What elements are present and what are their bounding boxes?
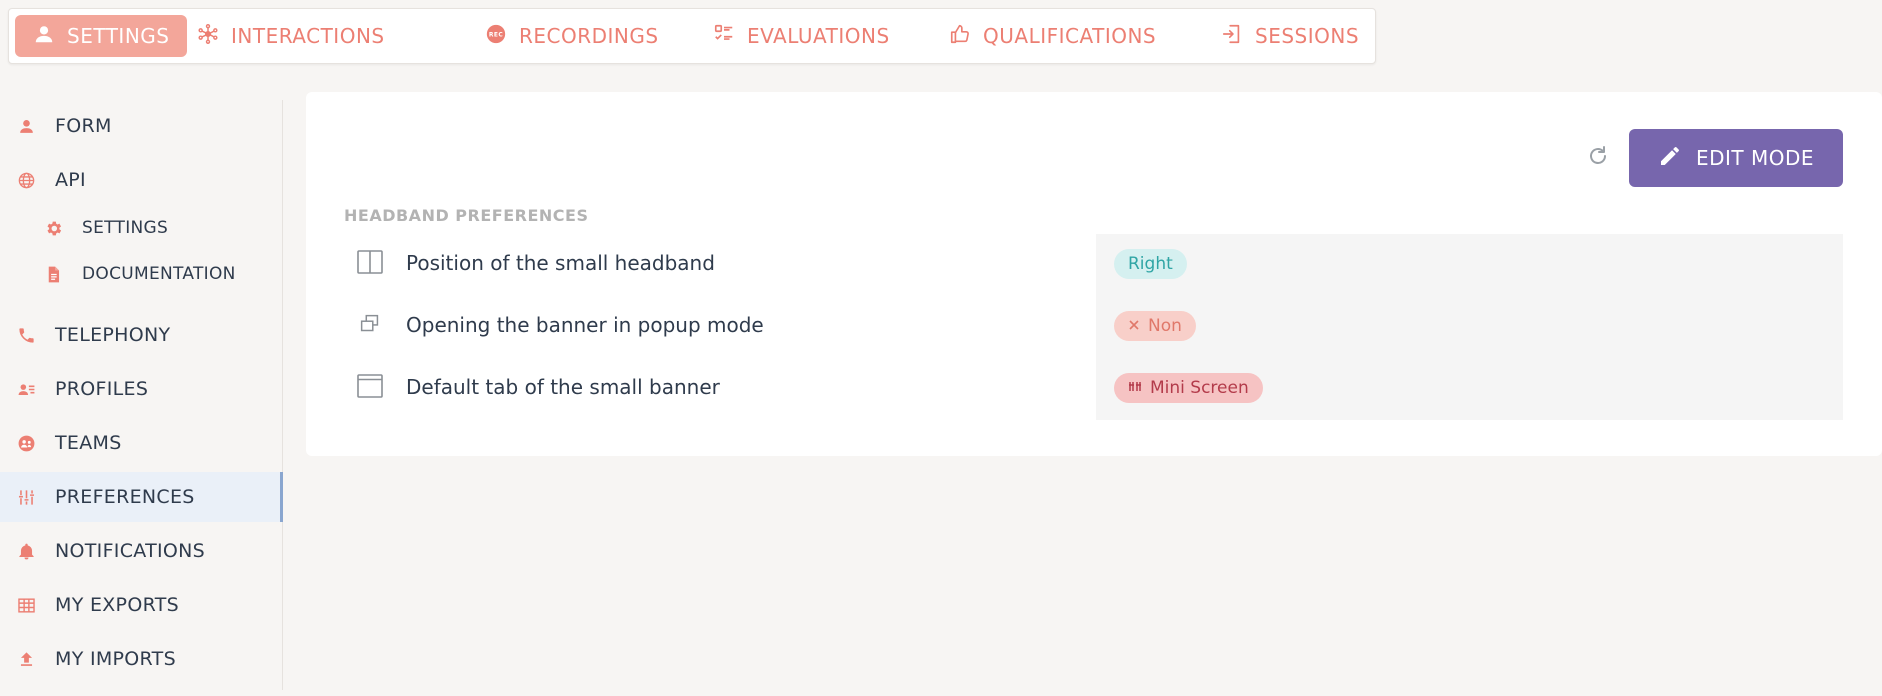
popup-windows-icon (356, 310, 384, 338)
sidebar-item-label: PREFERENCES (55, 486, 195, 508)
columns-icon (1128, 378, 1142, 398)
thumbs-up-icon (949, 23, 971, 50)
tab-qualifications[interactable]: QUALIFICATIONS (931, 15, 1174, 57)
tab-label: INTERACTIONS (231, 24, 385, 48)
team-icon (16, 433, 36, 453)
rec-icon: REC (485, 23, 507, 50)
preferences-card: EDIT MODE HEADBAND PREFERENCES Position … (306, 92, 1882, 456)
gear-icon (43, 218, 63, 238)
edit-mode-button[interactable]: EDIT MODE (1629, 129, 1843, 187)
login-icon (1221, 23, 1243, 50)
bell-icon (16, 541, 36, 561)
profile-card-icon (16, 379, 36, 399)
sidebar-item-profiles[interactable]: PROFILES (0, 364, 283, 414)
sidebar-item-label: TEAMS (55, 432, 122, 454)
tab-interactions[interactable]: INTERACTIONS (179, 15, 403, 57)
sidebar-item-label: FORM (55, 115, 112, 137)
section-title: HEADBAND PREFERENCES (344, 206, 589, 225)
table-icon (16, 595, 36, 615)
rec-icon-text: REC (489, 31, 503, 38)
preference-label: Position of the small headband (406, 251, 715, 275)
badge-text: Mini Screen (1150, 378, 1249, 398)
sidebar-item-my-exports[interactable]: MY EXPORTS (0, 580, 283, 630)
preference-label: Default tab of the small banner (406, 375, 720, 399)
sidebar-item-label: TELEPHONY (55, 324, 171, 346)
sidebar-item-api[interactable]: API (0, 155, 283, 205)
pencil-icon (1658, 144, 1682, 173)
sidebar-item-preferences[interactable]: PREFERENCES (0, 472, 283, 522)
sidebar-item-form[interactable]: FORM (0, 101, 283, 151)
sidebar-item-notifications[interactable]: NOTIFICATIONS (0, 526, 283, 576)
badge-text: Right (1128, 254, 1173, 274)
tab-label: EVALUATIONS (747, 24, 890, 48)
tab-label: SETTINGS (67, 24, 170, 48)
tab-label: RECORDINGS (519, 24, 659, 48)
tab-label: QUALIFICATIONS (983, 24, 1157, 48)
document-icon (43, 264, 63, 284)
sidebar-item-label: DOCUMENTATION (82, 264, 236, 284)
sliders-icon (16, 487, 36, 507)
tab-evaluations[interactable]: EVALUATIONS (695, 15, 908, 57)
sidebar-item-label: MY IMPORTS (55, 648, 176, 670)
tab-sessions[interactable]: SESSIONS (1203, 15, 1377, 57)
network-icon (197, 23, 219, 50)
sidebar-item-label: PROFILES (55, 378, 149, 400)
sidebar-item-label: SETTINGS (82, 218, 169, 238)
sidebar-item-label: MY EXPORTS (55, 594, 179, 616)
badge-text: Non (1148, 316, 1182, 336)
split-panel-icon (356, 248, 384, 276)
top-navigation: SETTINGS INTERACTIONS REC RECORDINGS EVA… (8, 8, 1376, 64)
tab-recordings[interactable]: REC RECORDINGS (467, 15, 677, 57)
sidebar-item-api-settings[interactable]: SETTINGS (0, 205, 283, 251)
person-icon (33, 23, 55, 50)
globe-icon (16, 170, 36, 190)
phone-icon (16, 325, 36, 345)
sidebar-item-label: NOTIFICATIONS (55, 540, 206, 562)
sidebar-item-teams[interactable]: TEAMS (0, 418, 283, 468)
refresh-icon (1586, 144, 1610, 172)
status-badge[interactable]: Non (1114, 311, 1196, 341)
status-badge[interactable]: Right (1114, 249, 1187, 279)
sidebar-item-telephony[interactable]: TELEPHONY (0, 310, 283, 360)
sidebar-item-label: API (55, 169, 86, 191)
x-icon (1128, 316, 1140, 336)
window-icon (356, 372, 384, 400)
sidebar: FORM API SETTINGS DOCUMENTATION TELEPHON… (0, 100, 283, 690)
refresh-button[interactable] (1584, 144, 1612, 172)
checklist-icon (713, 23, 735, 50)
sidebar-item-documentation[interactable]: DOCUMENTATION (0, 251, 283, 297)
person-icon (16, 116, 36, 136)
upload-icon (16, 649, 36, 669)
sidebar-item-my-imports[interactable]: MY IMPORTS (0, 634, 283, 684)
tab-label: SESSIONS (1255, 24, 1360, 48)
edit-mode-label: EDIT MODE (1695, 146, 1815, 170)
status-badge[interactable]: Mini Screen (1114, 373, 1263, 403)
preference-label: Opening the banner in popup mode (406, 313, 764, 337)
tab-settings[interactable]: SETTINGS (15, 15, 188, 57)
